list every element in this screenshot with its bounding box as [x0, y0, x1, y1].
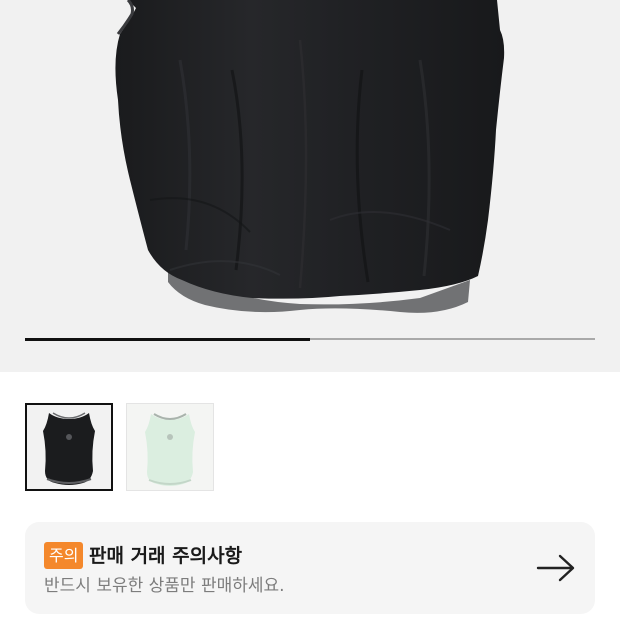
product-image-gallery[interactable] [0, 0, 620, 372]
notice-title: 판매 거래 주의사항 [89, 545, 243, 567]
caution-badge: 주의 [44, 542, 84, 569]
product-main-image[interactable] [0, 0, 620, 372]
thumbnail-mint-top[interactable] [126, 403, 214, 491]
notice-subtitle: 반드시 보유한 상품만 판매하세요. [44, 576, 285, 596]
gallery-progress-fill [25, 337, 310, 341]
product-page: 주의 판매 거래 주의사항 반드시 보유한 상품만 판매하세요. [0, 0, 620, 620]
sell-notice-card[interactable]: 주의 판매 거래 주의사항 반드시 보유한 상품만 판매하세요. [25, 522, 595, 614]
gallery-progress-bar [25, 337, 595, 341]
arrow-right-icon[interactable] [536, 553, 576, 583]
thumbnail-black-top[interactable] [25, 403, 113, 491]
